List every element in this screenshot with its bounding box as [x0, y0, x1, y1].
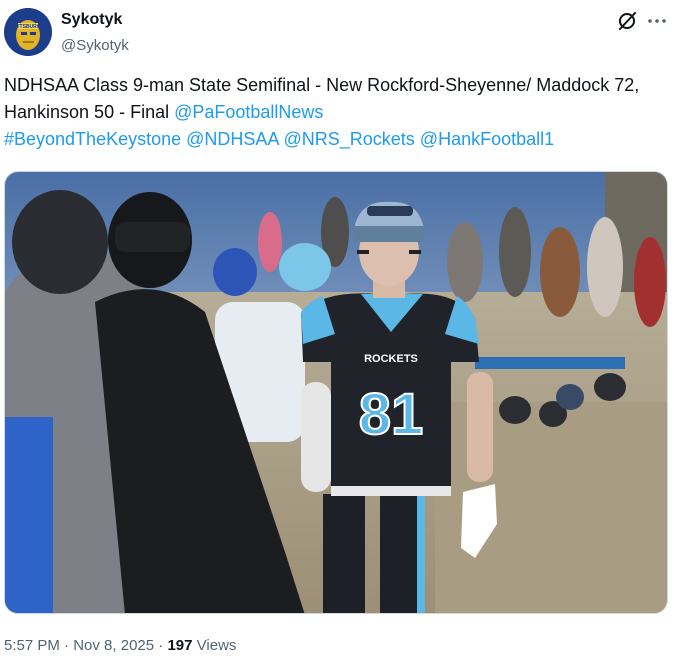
handle[interactable]: @Sykotyk	[61, 36, 129, 56]
more-icon[interactable]	[646, 10, 668, 32]
tweet-meta: 5:57 PM · Nov 8, 2025 · 197 Views	[4, 636, 236, 656]
jersey-number-text: 81	[359, 382, 424, 447]
avatar[interactable]: PITTSBURGH	[4, 8, 52, 56]
display-name[interactable]: Sykotyk	[61, 10, 129, 30]
mention-link[interactable]: @HankFootball1	[420, 129, 554, 149]
meta-separator: ·	[64, 637, 70, 654]
hashtag-link[interactable]: #BeyondTheKeystone	[4, 129, 181, 149]
tweet-header: PITTSBURGH Sykotyk @Sykotyk	[0, 0, 674, 64]
jersey-team-text: ROCKETS	[364, 353, 418, 365]
mention-link[interactable]: @NDHSAA	[186, 129, 278, 149]
tweet-text: NDHSAA Class 9-man State Semifinal - New…	[4, 72, 664, 153]
football-photo: ROCKETS 81	[5, 172, 667, 613]
mention-link[interactable]: @NRS_Rockets	[283, 129, 414, 149]
tweet-date[interactable]: Nov 8, 2025	[73, 637, 154, 654]
mention-link[interactable]: @PaFootballNews	[174, 102, 323, 122]
meta-separator: ·	[158, 637, 164, 654]
grok-icon[interactable]	[616, 10, 638, 32]
author-names: Sykotyk @Sykotyk	[61, 10, 129, 56]
tweet-photo[interactable]: ROCKETS 81	[4, 171, 668, 614]
views-label: Views	[196, 637, 237, 654]
views-count: 197	[167, 637, 193, 654]
tweet-time[interactable]: 5:57 PM	[4, 637, 60, 654]
svg-text:PITTSBURGH: PITTSBURGH	[12, 24, 45, 30]
